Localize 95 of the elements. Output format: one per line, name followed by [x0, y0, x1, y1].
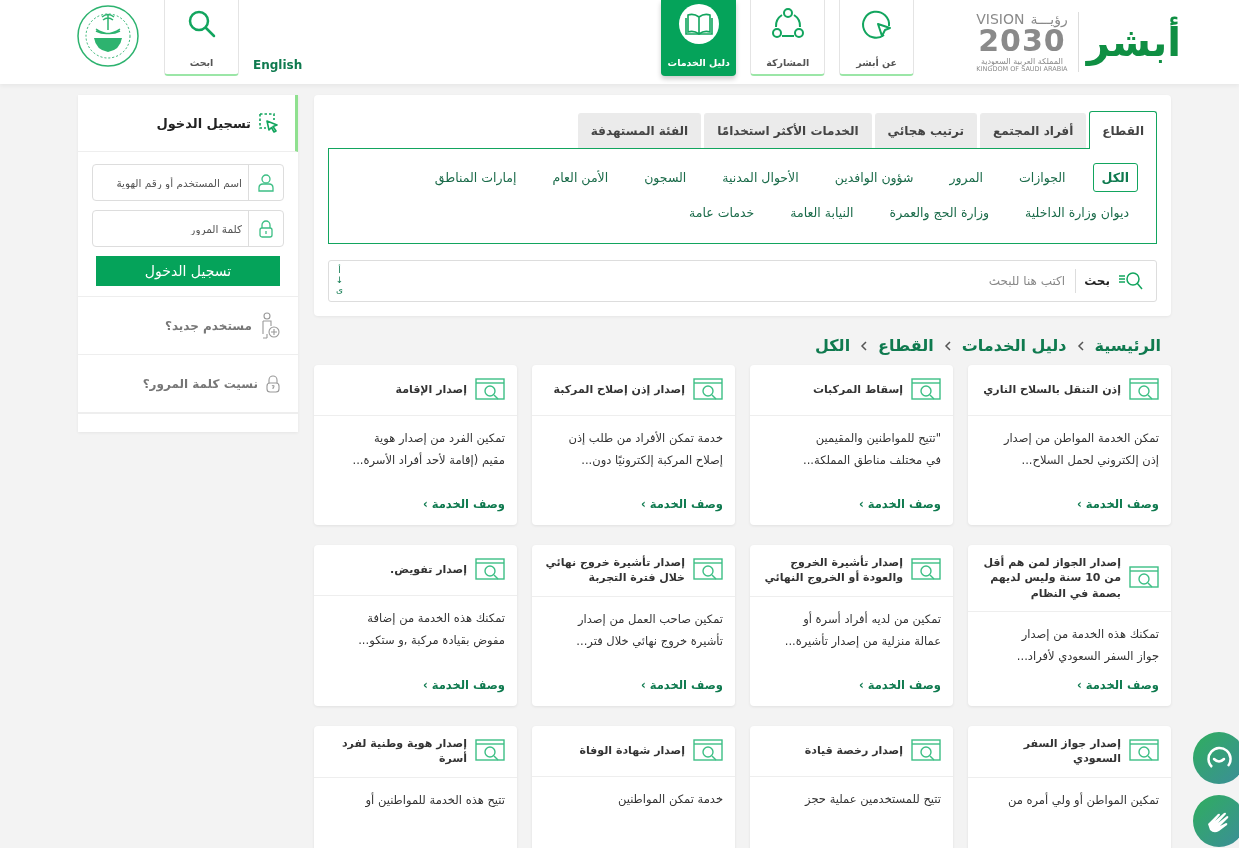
service-description: تتيح هذه الخدمة للمواطنين أو — [364, 791, 506, 809]
filter-tab[interactable]: الفئة المستهدفة — [577, 113, 702, 148]
sector-option[interactable]: الجوازات — [1010, 163, 1075, 192]
sector-option[interactable]: الأمن العام — [543, 163, 618, 192]
service-title: إصدار رخصة قيادة — [804, 743, 903, 759]
username-input[interactable]: اسم المستخدم أو رقم الهوية — [93, 165, 248, 200]
chat-button[interactable] — [1193, 732, 1239, 784]
window-search-icon — [693, 738, 723, 763]
service-title: إصدار جواز السفر السعودي — [1022, 735, 1121, 767]
service-details-link[interactable]: وصف الخدمة › — [750, 487, 953, 525]
service-title: إصدار إذن إصلاح المركبة — [553, 382, 685, 398]
user-icon — [258, 173, 274, 192]
service-title: إذن التنقل بالسلاح الناري — [983, 382, 1121, 398]
nav-tile[interactable]: المشاركة — [750, 0, 826, 76]
nav-tile[interactable]: عن أبشر — [839, 0, 915, 76]
breadcrumb-link[interactable]: الرئيسية — [1094, 336, 1161, 355]
sector-option[interactable]: النيابة العامة — [781, 198, 863, 227]
search-icon — [186, 9, 217, 39]
service-description: تتيح للمستخدمين عملية حجز — [803, 790, 942, 808]
service-details-link[interactable]: وصف الخدمة › — [532, 487, 735, 525]
lock-icon — [259, 219, 273, 238]
username-field[interactable]: اسم المستخدم أو رقم الهوية — [92, 164, 284, 201]
sector-option[interactable]: وزارة الحج والعمرة — [880, 198, 999, 227]
service-title: إصدار هوية وطنية لفرد أسرة — [340, 735, 467, 767]
service-description: تمكين من لديه أفراد أسرة أو عمالة منزلية من إصدار تأشيرة... — [783, 610, 942, 650]
service-title: إصدار تفويض. — [390, 562, 467, 578]
password-field[interactable]: كلمة المرور — [92, 210, 284, 247]
window-search-icon — [693, 378, 723, 402]
account-link[interactable]: مستخدم جديد؟ — [78, 296, 298, 354]
window-search-icon — [1129, 739, 1159, 764]
service-description: تمكين المواطن أو ولي أمره من — [1006, 791, 1160, 809]
sector-option[interactable]: الأحوال المدنية — [713, 163, 808, 192]
service-title: إصدار شهادة الوفاة — [579, 743, 685, 759]
book-icon — [684, 12, 713, 36]
service-description: خدمة تمكن الأفراد من طلب إذن إصلاح المركبة إلكترونيًا دون... — [567, 430, 724, 469]
lock-question-icon — [266, 374, 280, 393]
account-link[interactable]: نسيت كلمة المرور؟ — [78, 354, 298, 412]
service-details-link[interactable]: وصف الخدمة › — [968, 667, 1171, 706]
service-title: إصدار الجواز لمن هم أقل من 10 سنة وليس لديهم بصمة في النظام — [982, 555, 1121, 602]
chevron-icon — [1076, 340, 1085, 351]
breadcrumb-link[interactable]: دليل الخدمات — [961, 336, 1067, 355]
window-search-icon — [475, 739, 505, 764]
window-search-icon — [911, 378, 941, 402]
chevron-icon — [860, 340, 869, 351]
service-description: تمكين الفرد من إصدار هوية مقيم (إقامة لأحد أفراد الأسرة... — [351, 430, 506, 469]
window-search-icon — [475, 378, 505, 402]
service-title: إسقاط المركبات — [812, 382, 903, 398]
window-search-icon — [911, 738, 941, 763]
sector-option[interactable]: السجون — [635, 163, 696, 192]
window-search-icon — [1129, 378, 1159, 402]
logo-text: أبشر — [1077, 12, 1181, 72]
service-description: تمكنك هذه الخدمة من إضافة مفوض بقيادة مركبة ,و ستكو... — [357, 610, 506, 650]
service-title: إصدار تأشيرة الخروج والعودة أو الخروج النهائي — [763, 555, 903, 586]
filter-tab[interactable]: أفراد المجتمع — [980, 113, 1087, 148]
window-search-icon — [475, 558, 505, 582]
window-search-icon — [1129, 566, 1159, 591]
share-icon — [770, 7, 805, 41]
sector-option[interactable]: إمارات المناطق — [425, 163, 526, 192]
search-tile[interactable]: ابحث — [164, 0, 239, 76]
sort-button[interactable]: أ↓ى — [335, 266, 344, 296]
sector-option[interactable]: المرور — [940, 163, 993, 192]
service-details-link[interactable]: وصف الخدمة › — [968, 487, 1171, 525]
filter-tab[interactable]: القطاع — [1089, 111, 1157, 149]
password-input[interactable]: كلمة المرور — [93, 211, 248, 246]
cursor-select-icon — [259, 113, 279, 133]
add-user-icon — [260, 311, 280, 340]
login-title: تسجيل الدخول — [156, 115, 251, 131]
service-title: إصدار الإقامة — [395, 382, 467, 398]
service-details-link[interactable]: وصف الخدمة › — [750, 667, 953, 706]
sector-option[interactable]: خدمات عامة — [680, 198, 764, 227]
service-description: تمكنك هذه الخدمة من إصدار جواز السفر السعودي لأفراد... — [1015, 626, 1160, 665]
service-description: تمكن الخدمة المواطن من إصدار إذن إلكتروني لحمل السلاح... — [1002, 430, 1160, 469]
language-link[interactable]: English — [253, 58, 303, 72]
search-field[interactable]: بحث اكتب هنا للبحث أ↓ى — [328, 260, 1157, 302]
filter-tab[interactable]: ترتيب هجائي — [874, 113, 977, 148]
search-label: بحث — [1084, 274, 1110, 288]
service-description: تمكين صاحب العمل من إصدار تأشيرة خروج نهائي خلال فتر... — [575, 610, 724, 650]
sector-option[interactable]: شؤون الوافدين — [825, 163, 923, 192]
window-search-icon — [911, 558, 941, 583]
window-search-icon — [693, 558, 723, 583]
sign-language-button[interactable] — [1193, 795, 1239, 847]
breadcrumb-link[interactable]: الكل — [815, 336, 851, 355]
service-details-link[interactable]: وصف الخدمة › — [532, 667, 735, 706]
chevron-icon — [943, 340, 952, 351]
service-details-link[interactable]: وصف الخدمة › — [314, 487, 517, 525]
emblem-icon — [76, 4, 140, 68]
service-description: خدمة تمكن المواطنين — [616, 790, 724, 808]
search-icon — [1118, 270, 1144, 292]
service-details-link[interactable]: وصف الخدمة › — [314, 667, 517, 706]
breadcrumb-link[interactable]: القطاع — [878, 336, 934, 355]
service-title: إصدار تأشيرة خروج نهائي خلال فترة التجربة — [544, 555, 685, 586]
service-description: "تتيح للمواطنين والمقيمين في مختلف مناطق المملكة... — [802, 430, 942, 470]
sector-option[interactable]: ديوان وزارة الداخلية — [1016, 198, 1138, 227]
sector-option[interactable]: الكل — [1092, 163, 1138, 192]
filter-tab[interactable]: الخدمات الأكثر استخدامًا — [704, 113, 872, 148]
